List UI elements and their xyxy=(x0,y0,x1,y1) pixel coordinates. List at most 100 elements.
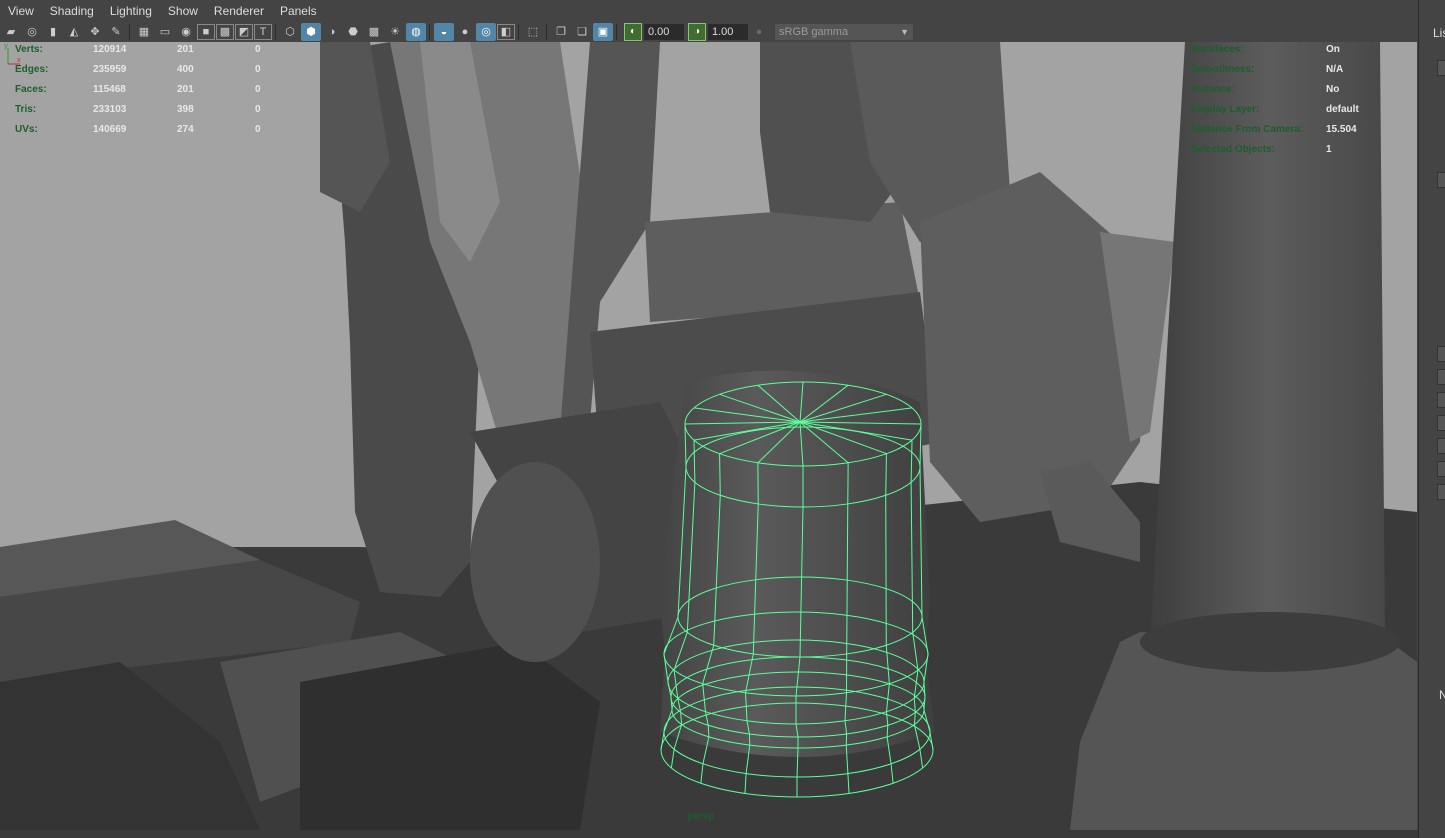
hud-label: Backfaces: xyxy=(1191,44,1244,55)
hud-label: Faces: xyxy=(15,84,47,95)
film-gate-icon[interactable]: ▭ xyxy=(155,23,175,41)
image-plane-icon[interactable]: ◭ xyxy=(64,23,84,41)
hud-value: 1 xyxy=(1326,144,1332,155)
panel-button[interactable] xyxy=(1437,60,1445,76)
gate-mask-icon[interactable]: ■ xyxy=(197,23,215,40)
hud-value: 0 xyxy=(255,44,261,55)
textured-icon[interactable]: ▩ xyxy=(364,23,384,41)
hud-value: 235959 xyxy=(93,64,127,75)
hud-value: 0 xyxy=(255,64,261,75)
menu-view[interactable]: View xyxy=(0,4,42,18)
hud-value: 0 xyxy=(255,104,261,115)
panel-dropdown[interactable] xyxy=(1437,172,1445,188)
grease-pencil-icon[interactable]: ✎ xyxy=(106,23,126,41)
xray-icon[interactable]: ❐ xyxy=(551,23,571,41)
hud-label: Distance From Camera: xyxy=(1191,124,1304,135)
hud-label: Display Layer: xyxy=(1191,104,1260,115)
toolbar-divider xyxy=(518,23,519,40)
time-slider-strip[interactable] xyxy=(0,830,1418,838)
color-space-dropdown[interactable]: sRGB gamma ▼ xyxy=(775,23,913,40)
hud-label: Tris: xyxy=(15,104,37,115)
panel-field[interactable] xyxy=(1437,369,1445,385)
hud-value: 0 xyxy=(255,84,261,95)
camera-attributes-icon[interactable]: ◎ xyxy=(22,23,42,41)
exposure-icon[interactable]: ◐ xyxy=(624,22,642,41)
hud-value: 140669 xyxy=(93,124,127,135)
hud-value: No xyxy=(1326,84,1340,95)
shadows-icon[interactable]: ◍ xyxy=(406,22,426,41)
wire-edge xyxy=(886,725,889,737)
menu-shading[interactable]: Shading xyxy=(42,4,102,18)
pillar-right-base-top xyxy=(1140,612,1400,672)
wireframe-on-shaded-icon[interactable]: ◑ xyxy=(322,23,342,41)
wireframe-icon[interactable]: ⬡ xyxy=(280,23,300,41)
smooth-shade-icon[interactable]: ⬢ xyxy=(301,22,321,41)
wire-edge xyxy=(719,453,721,496)
panel-toolbar: ▰ ◎ ▮ ◭ ✥ ✎ ▦ ▭ ◉ ■ ▩ ◩ T ⬡ ⬢ ◑ ⬣ ▩ ☀ ◍ … xyxy=(0,21,1418,42)
hud-value: default xyxy=(1326,104,1359,115)
panel-field[interactable] xyxy=(1437,461,1445,477)
screen-space-ao-icon[interactable]: ◒ xyxy=(434,22,454,41)
hud-label: Smoothness: xyxy=(1191,64,1255,75)
wire-edge xyxy=(885,453,887,496)
field-chart-icon[interactable]: ▩ xyxy=(216,23,234,40)
hud-value: 115468 xyxy=(93,84,126,95)
use-lights-icon[interactable]: ☀ xyxy=(385,23,405,41)
menu-renderer[interactable]: Renderer xyxy=(206,4,272,18)
view-transform-icon[interactable]: ● xyxy=(749,23,769,41)
toolbar-divider xyxy=(429,23,430,40)
hud-label: Instance: xyxy=(1191,84,1235,95)
chevron-down-icon: ▼ xyxy=(900,26,909,37)
perspective-viewport[interactable]: Verts: 120914 201 0 Edges: 235959 400 0 … xyxy=(0,42,1417,830)
xray-joints-icon[interactable]: ❏ xyxy=(572,23,592,41)
xray-components-icon[interactable]: ▣ xyxy=(593,22,613,41)
depth-of-field-icon[interactable]: ◧ xyxy=(497,23,515,40)
hud-value: 201 xyxy=(177,84,194,95)
panel-field[interactable] xyxy=(1437,346,1445,362)
gamma-icon[interactable]: ◑ xyxy=(688,22,706,41)
menu-show[interactable]: Show xyxy=(160,4,206,18)
hud-value: 274 xyxy=(177,124,194,135)
poly-count-hud: Verts: 120914 201 0 Edges: 235959 400 0 … xyxy=(15,44,285,144)
axis-gizmo-icon: y x xyxy=(4,42,21,65)
motion-blur-icon[interactable]: ● xyxy=(455,23,475,41)
gamma-field[interactable]: 1.00 xyxy=(708,23,748,40)
hud-value: On xyxy=(1326,44,1340,55)
axis-y-label: y xyxy=(4,42,8,50)
grid-icon[interactable]: ▦ xyxy=(134,23,154,41)
default-material-icon[interactable]: ⬣ xyxy=(343,23,363,41)
object-details-hud: Backfaces: On Smoothness: N/A Instance: … xyxy=(1191,44,1391,164)
panel-field[interactable] xyxy=(1437,392,1445,408)
isolate-select-icon[interactable]: ⬚ xyxy=(523,23,543,41)
menu-bar: View Shading Lighting Show Renderer Pane… xyxy=(0,0,1418,21)
hud-value: 233103 xyxy=(93,104,127,115)
wire-edge xyxy=(885,495,887,646)
safe-title-icon[interactable]: T xyxy=(254,23,272,40)
menu-panels[interactable]: Panels xyxy=(272,4,325,18)
toolbar-divider xyxy=(275,23,276,40)
exposure-field[interactable]: 0.00 xyxy=(644,23,684,40)
resolution-gate-icon[interactable]: ◉ xyxy=(176,23,196,41)
hud-value: 400 xyxy=(177,64,194,75)
2d-pan-icon[interactable]: ✥ xyxy=(85,23,105,41)
channel-box-panel: Lis N xyxy=(1418,0,1445,838)
panel-field[interactable] xyxy=(1437,438,1445,454)
hud-value: 0 xyxy=(255,124,261,135)
safe-action-icon[interactable]: ◩ xyxy=(235,23,253,40)
panel-field[interactable] xyxy=(1437,415,1445,431)
selected-cylinder xyxy=(660,370,935,757)
panel-title: Lis xyxy=(1433,26,1445,40)
camera-icon[interactable]: ▰ xyxy=(1,23,21,41)
bookmark-icon[interactable]: ▮ xyxy=(43,23,63,41)
camera-name-label: persp xyxy=(687,811,715,822)
panel-field[interactable] xyxy=(1437,484,1445,500)
toolbar-divider xyxy=(129,23,130,40)
menu-lighting[interactable]: Lighting xyxy=(102,4,160,18)
hud-value: 15.504 xyxy=(1326,124,1357,135)
hud-value: 120914 xyxy=(93,44,127,55)
axis-x-label: x xyxy=(17,57,21,64)
hud-label: Selected Objects: xyxy=(1191,144,1275,155)
color-space-label: sRGB gamma xyxy=(779,25,849,38)
anti-aliasing-icon[interactable]: ◎ xyxy=(476,22,496,41)
log-cylinder-end xyxy=(470,462,600,662)
